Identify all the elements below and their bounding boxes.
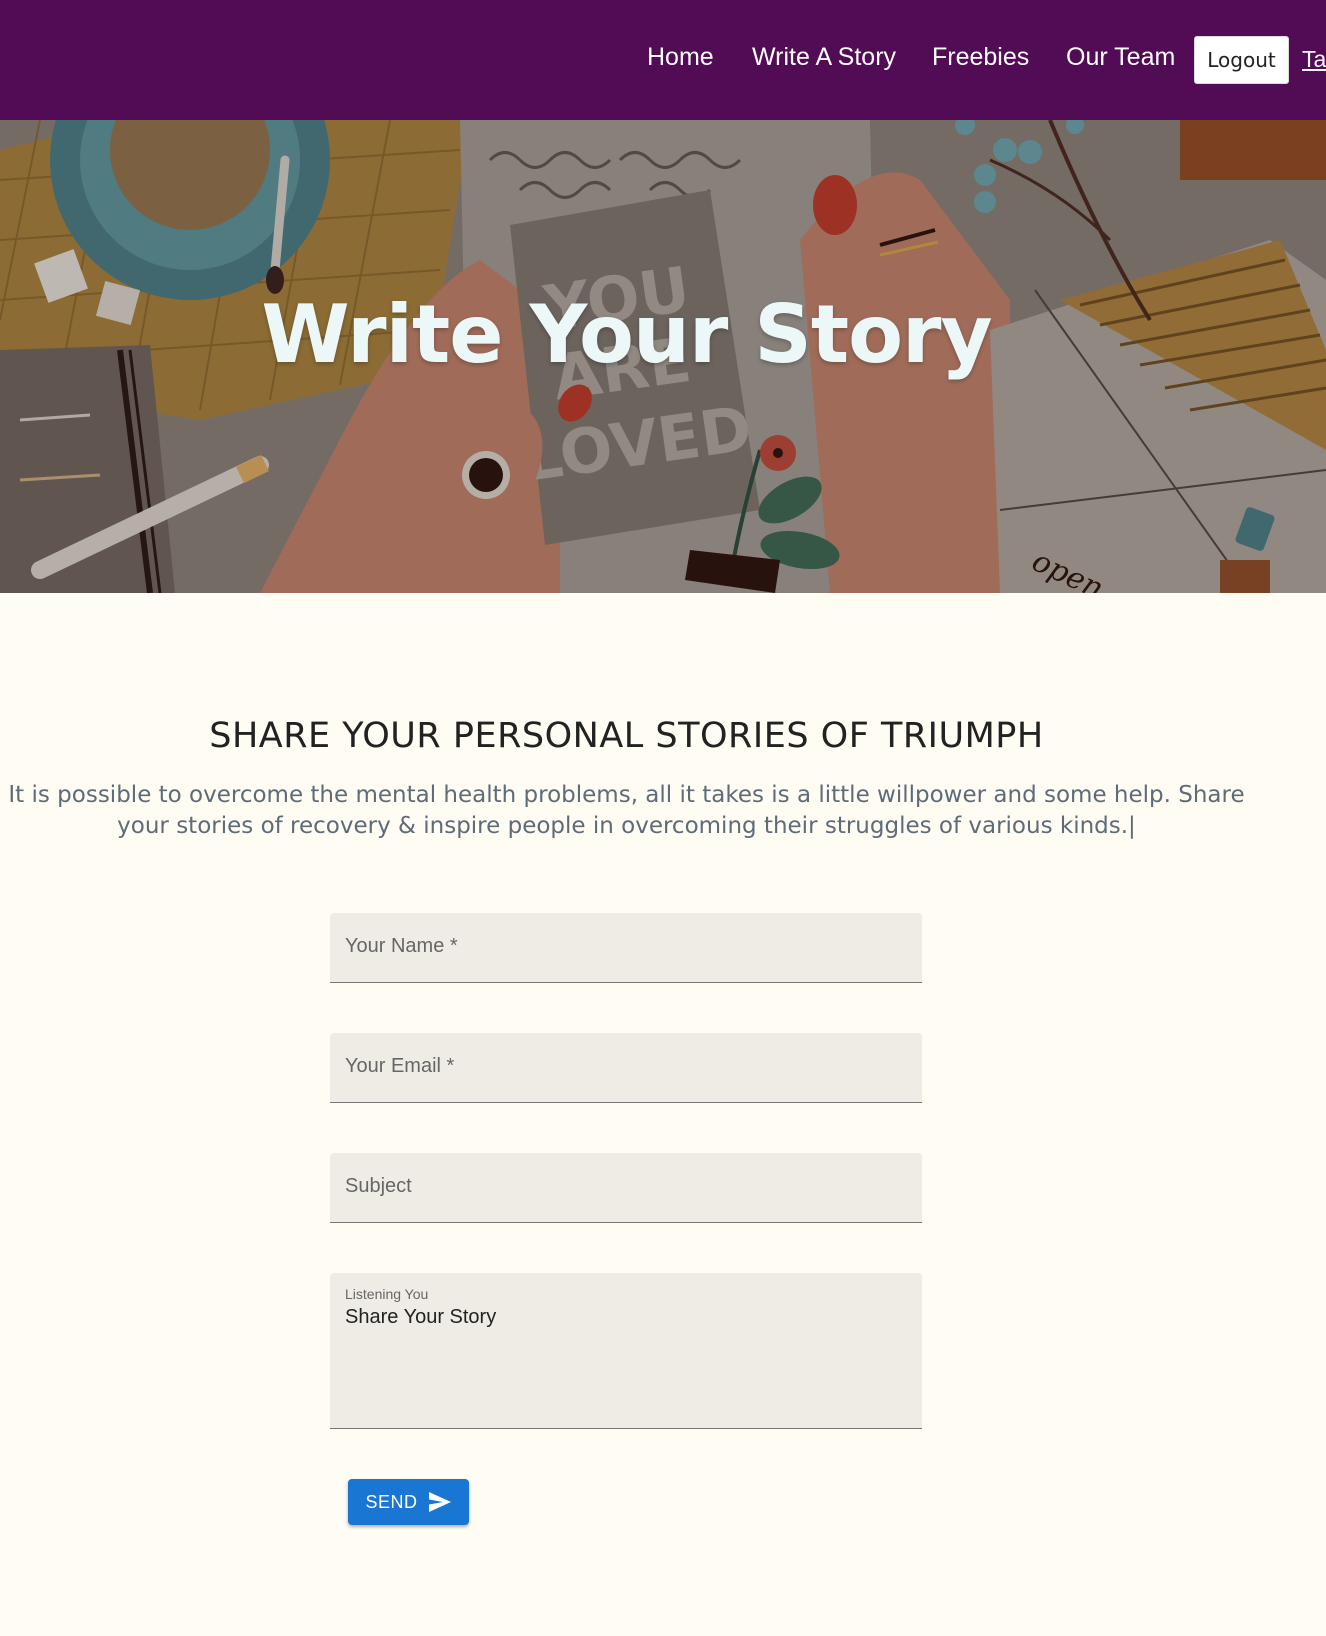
name-field[interactable]: Your Name * bbox=[330, 913, 922, 983]
logout-button[interactable]: Logout bbox=[1194, 36, 1289, 84]
subject-field-placeholder: Subject bbox=[345, 1175, 412, 1197]
email-field-placeholder: Your Email * bbox=[345, 1055, 455, 1077]
story-textarea-label: Listening You bbox=[345, 1286, 429, 1302]
send-button-label: SEND bbox=[365, 1491, 418, 1512]
nav-link-home[interactable]: Home bbox=[647, 43, 714, 72]
send-button[interactable]: SEND bbox=[348, 1479, 469, 1525]
hero-title: Write Your Story bbox=[261, 288, 992, 381]
nav-link-write-a-story[interactable]: Write A Story bbox=[752, 43, 896, 72]
story-textarea-value: Share Your Story bbox=[345, 1306, 497, 1328]
subject-field[interactable]: Subject bbox=[330, 1153, 922, 1223]
nav-link-freebies[interactable]: Freebies bbox=[932, 43, 1029, 72]
top-navbar: Home Write A Story Freebies Our Team Log… bbox=[0, 0, 1326, 120]
nav-link-our-team[interactable]: Our Team bbox=[1066, 43, 1175, 72]
email-field[interactable]: Your Email * bbox=[330, 1033, 922, 1103]
section-heading: SHARE YOUR PERSONAL STORIES OF TRIUMPH bbox=[209, 716, 1044, 756]
nav-link-truncated[interactable]: Ta bbox=[1302, 46, 1326, 73]
story-textarea[interactable]: Listening You Share Your Story bbox=[330, 1273, 922, 1429]
send-arrow-icon bbox=[428, 1492, 451, 1512]
hero-banner: YOU ARE LOVED open Write Your Story bbox=[0, 120, 1326, 593]
name-field-placeholder: Your Name * bbox=[345, 935, 458, 957]
section-description: It is possible to overcome the mental he… bbox=[8, 782, 1245, 839]
